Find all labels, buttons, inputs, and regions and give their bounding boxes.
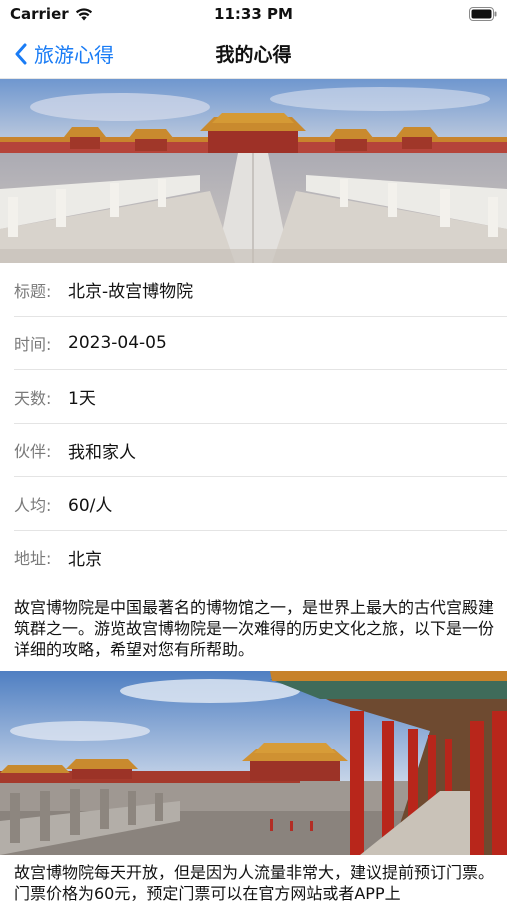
info-value: 北京 xyxy=(68,549,102,570)
status-time: 11:33 PM xyxy=(214,5,293,23)
page-title: 我的心得 xyxy=(215,44,292,66)
info-label: 时间: xyxy=(14,335,52,355)
info-value: 我和家人 xyxy=(68,442,136,463)
info-row-date: 时间: 2023-04-05 xyxy=(0,317,507,371)
info-label: 标题: xyxy=(14,281,52,301)
info-label: 天数: xyxy=(14,388,52,408)
info-label: 人均: xyxy=(14,495,52,515)
info-label: 伙伴: xyxy=(14,442,52,462)
info-value: 2023-04-05 xyxy=(68,333,167,354)
info-value: 1天 xyxy=(68,389,96,410)
info-row-per-person: 人均: 60/人 xyxy=(0,477,507,531)
info-value: 北京-故宫博物院 xyxy=(68,282,194,303)
info-row-days: 天数: 1天 xyxy=(0,370,507,424)
navigation-bar: 旅游心得 我的心得 xyxy=(0,28,507,79)
info-row-companion: 伙伴: 我和家人 xyxy=(0,424,507,478)
description-paragraph-2: 故宫博物院每天开放，但是因为人流量非常大，建议提前预订门票。门票价格为60元，预… xyxy=(14,863,495,903)
hero-photo xyxy=(0,79,507,263)
description-paragraph: 故宫博物院是中国最著名的博物馆之一，是世界上最大的古代宫殿建筑群之一。游览故宫博… xyxy=(14,598,495,659)
battery-icon xyxy=(469,7,497,21)
info-value: 60/人 xyxy=(68,496,113,517)
status-bar: Carrier 11:33 PM xyxy=(0,0,507,28)
info-row-address: 地址: 北京 xyxy=(0,531,507,585)
info-list: 标题: 北京-故宫博物院 时间: 2023-04-05 天数: 1天 伙伴: 我… xyxy=(0,263,507,584)
info-row-title: 标题: 北京-故宫博物院 xyxy=(0,263,507,317)
info-label: 地址: xyxy=(14,549,52,569)
content-photo xyxy=(0,671,507,855)
